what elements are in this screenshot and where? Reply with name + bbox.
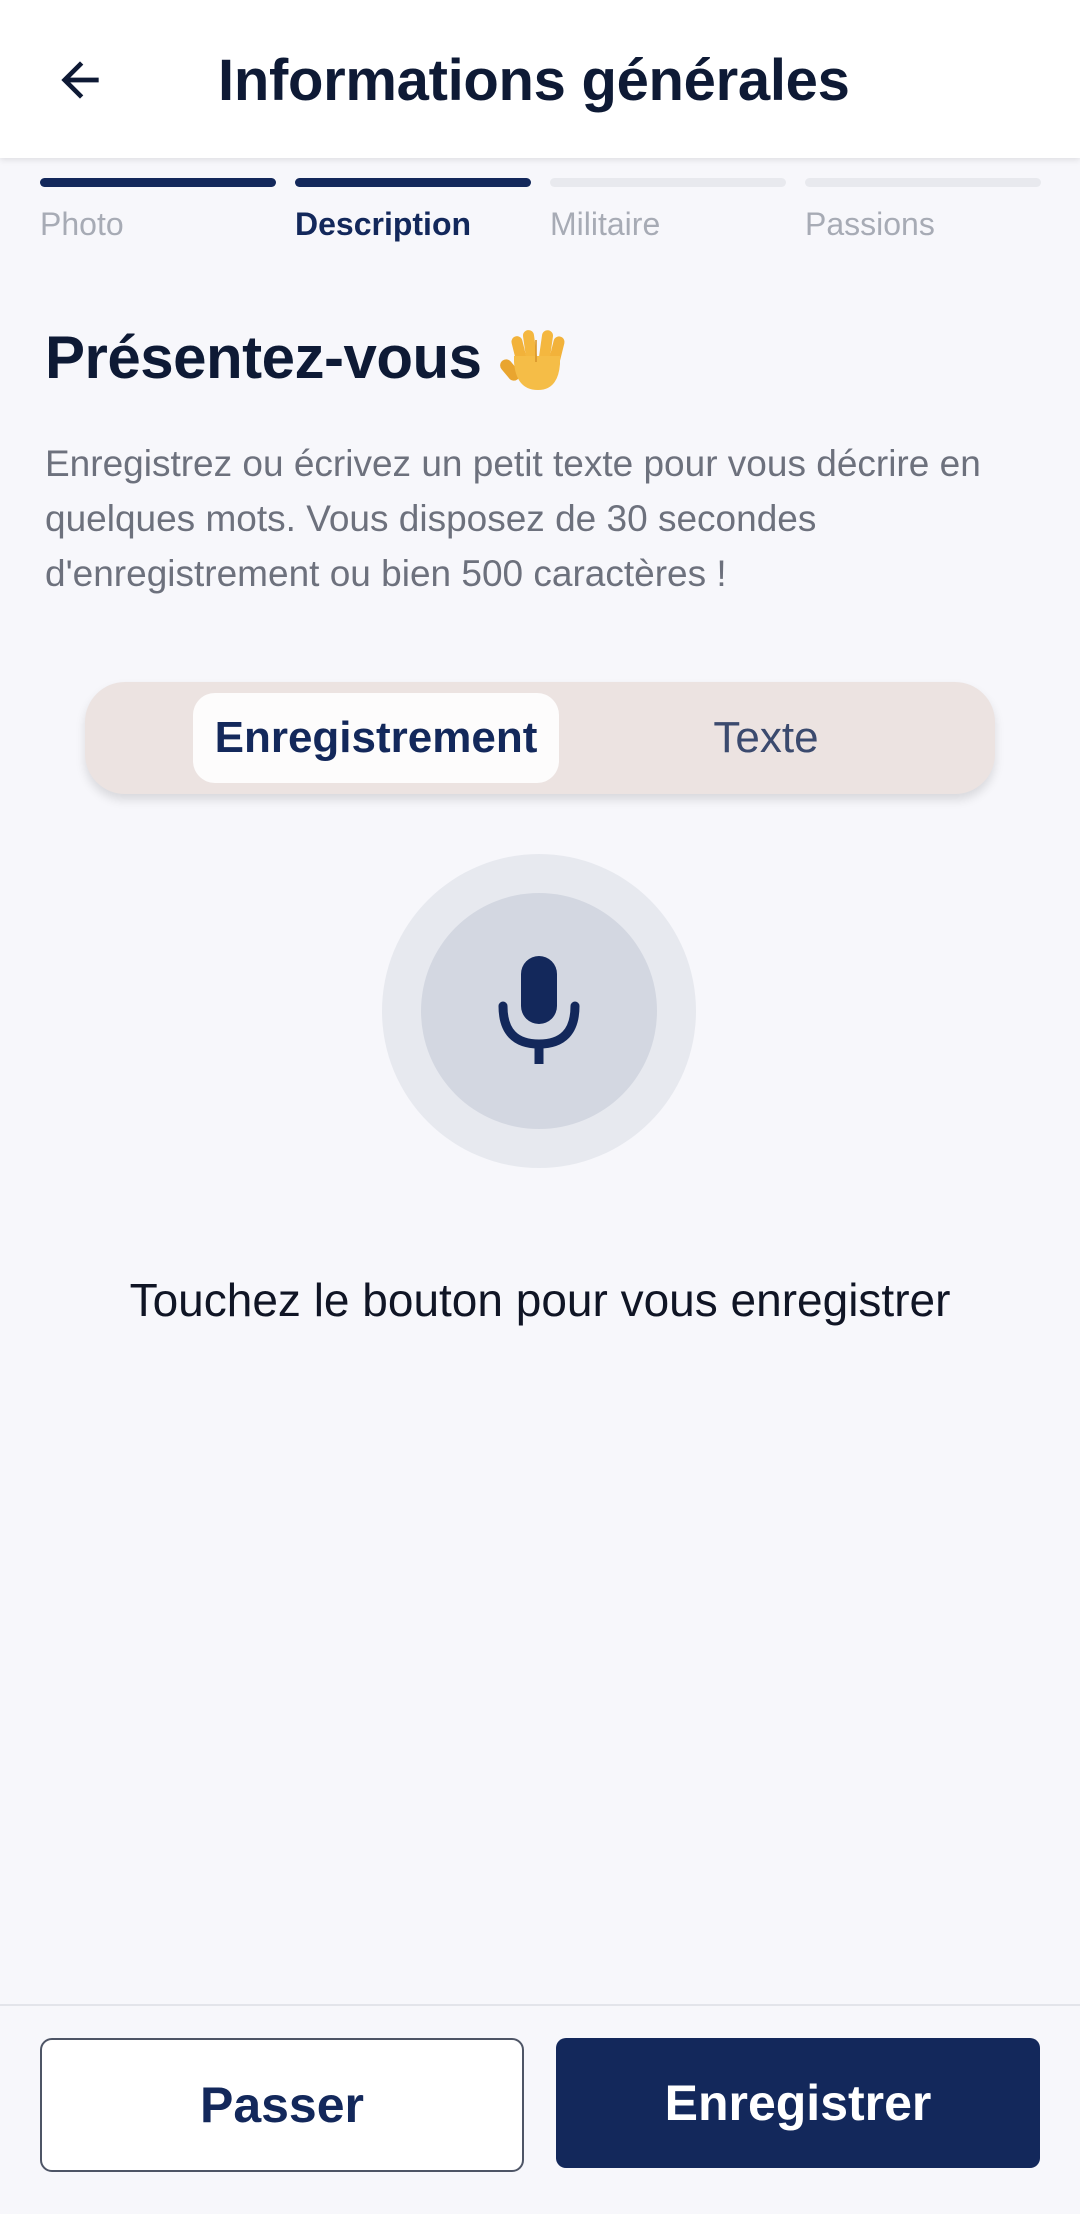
step-bar xyxy=(805,178,1041,187)
step-label: Militaire xyxy=(550,206,661,242)
page-title: Informations générales xyxy=(218,48,850,113)
progress-stepper: Photo Description Militaire Passions xyxy=(40,178,1041,248)
step-bar xyxy=(550,178,786,187)
step-label: Passions xyxy=(805,206,935,242)
step-bar xyxy=(40,178,276,187)
screen: Informations générales Photo Description… xyxy=(0,0,1080,2214)
save-button[interactable]: Enregistrer xyxy=(556,2038,1040,2168)
section-description: Enregistrez ou écrivez un petit texte po… xyxy=(45,443,981,594)
footer-divider xyxy=(0,2004,1080,2006)
step-photo: Photo xyxy=(40,178,276,248)
arrow-left-icon xyxy=(61,61,99,99)
step-description: Description xyxy=(295,178,531,248)
step-militaire: Militaire xyxy=(550,178,786,248)
record-button-inner xyxy=(421,893,657,1129)
toggle-option-recording[interactable]: Enregistrement xyxy=(193,693,559,783)
app-header: Informations générales xyxy=(0,0,1080,158)
skip-button[interactable]: Passer xyxy=(40,2038,524,2172)
step-passions: Passions xyxy=(805,178,1041,248)
section-title: Présentez-vous xyxy=(45,318,572,398)
record-hint: Touchez le bouton pour vous enregistrer xyxy=(129,1274,951,1326)
record-button[interactable] xyxy=(382,854,696,1168)
mode-toggle: Enregistrement Texte xyxy=(85,682,995,794)
toggle-option-text[interactable]: Texte xyxy=(631,693,901,783)
section-title-text: Présentez-vous xyxy=(45,324,482,391)
step-label: Description xyxy=(295,206,472,242)
step-label: Photo xyxy=(40,206,124,242)
step-bar xyxy=(295,178,531,187)
back-button[interactable] xyxy=(40,40,120,120)
microphone-icon xyxy=(498,956,580,1064)
vulcan-salute-hand-icon xyxy=(499,330,565,390)
